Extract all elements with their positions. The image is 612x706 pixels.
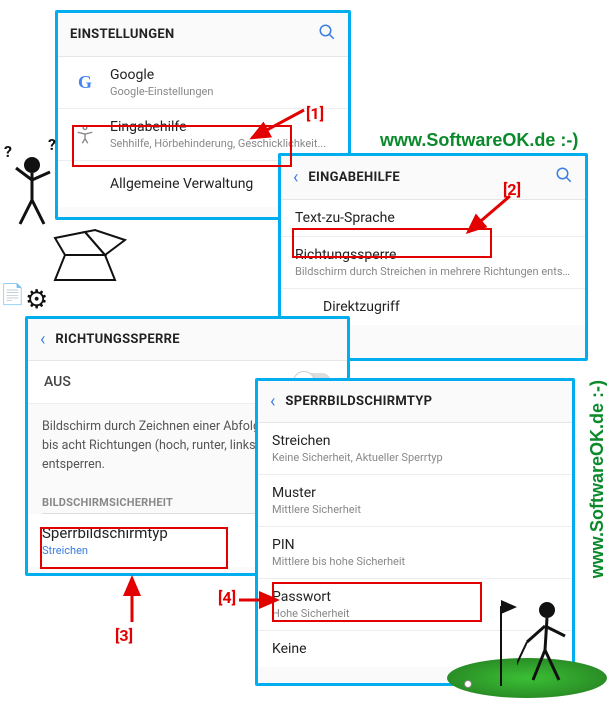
panel1-header: EINSTELLUNGEN [58,13,348,57]
item-title: Eingabehilfe [110,119,334,135]
locktype-passwort[interactable]: Passwort Hohe Sicherheit [258,579,572,631]
paper-icon: 📄 [0,282,25,306]
gear-icon: ⚙ [25,285,48,315]
google-icon: G [72,70,98,96]
item-title: Keine [272,641,558,657]
general-icon [72,171,98,197]
item-title: Passwort [272,589,558,605]
locktype-keine[interactable]: Keine [258,631,572,667]
item-title: Richtungssperre [295,247,571,263]
question-mark-icon: ? [4,142,12,161]
search-icon[interactable] [318,23,336,46]
locktype-muster[interactable]: Muster Mittlere Sicherheit [258,475,572,527]
panel2-title: EINGABEHILFE [308,170,555,185]
open-box-icon [50,220,130,290]
item-subtitle: Keine Sicherheit, Aktueller Sperrtyp [272,451,558,464]
marker-4: [4] [218,588,236,607]
item-subtitle: Google-Einstellungen [110,85,334,98]
search-icon[interactable] [555,166,573,189]
item-subtitle: Sehhilfe, Hörbehinderung, Geschicklichke… [110,137,334,150]
back-icon[interactable]: ‹ [293,167,298,188]
accessibility-icon [72,122,98,148]
panel3-header: ‹ RICHTUNGSSPERRE [28,319,347,361]
item-title: PIN [272,537,558,553]
item-title: Text-zu-Sprache [295,210,571,226]
item-subtitle: Mittlere Sicherheit [272,503,558,516]
watermark-horizontal: www.SoftwareOK.de :-) [380,130,578,151]
back-icon[interactable]: ‹ [40,329,45,350]
stick-figure-confused-icon [2,150,62,230]
panel4-header: ‹ SPERRBILDSCHIRMTYP [258,381,572,423]
marker-3: [3] [115,626,133,645]
item-title: Muster [272,485,558,501]
panel4-title: SPERRBILDSCHIRMTYP [285,394,560,409]
panel2-header: ‹ EINGABEHILFE [281,156,585,200]
panel-sperrbildschirmtyp: ‹ SPERRBILDSCHIRMTYP Streichen Keine Sic… [255,378,575,686]
panel3-title: RICHTUNGSSPERRE [55,332,335,347]
item-title: Google [110,67,334,83]
item-subtitle: Hohe Sicherheit [272,607,558,620]
toggle-label: AUS [44,374,71,390]
arrow-3 [120,572,160,627]
item-title: Streichen [272,433,558,449]
panel1-title: EINSTELLUNGEN [70,27,318,42]
item-text-zu-sprache[interactable]: Text-zu-Sprache [281,200,585,237]
item-subtitle: Bildschirm durch Streichen in mehrere Ri… [295,265,571,278]
watermark-vertical: www.SoftwareOK.de :-) [587,380,608,578]
item-richtungssperre[interactable]: Richtungssperre Bildschirm durch Streich… [281,237,585,289]
item-subtitle: Mittlere bis hohe Sicherheit [272,555,558,568]
item-title: Direktzugriff [323,299,571,315]
back-icon[interactable]: ‹ [270,391,275,412]
locktype-pin[interactable]: PIN Mittlere bis hohe Sicherheit [258,527,572,579]
settings-item-google[interactable]: G Google Google-Einstellungen [58,57,348,109]
locktype-streichen[interactable]: Streichen Keine Sicherheit, Aktueller Sp… [258,423,572,475]
